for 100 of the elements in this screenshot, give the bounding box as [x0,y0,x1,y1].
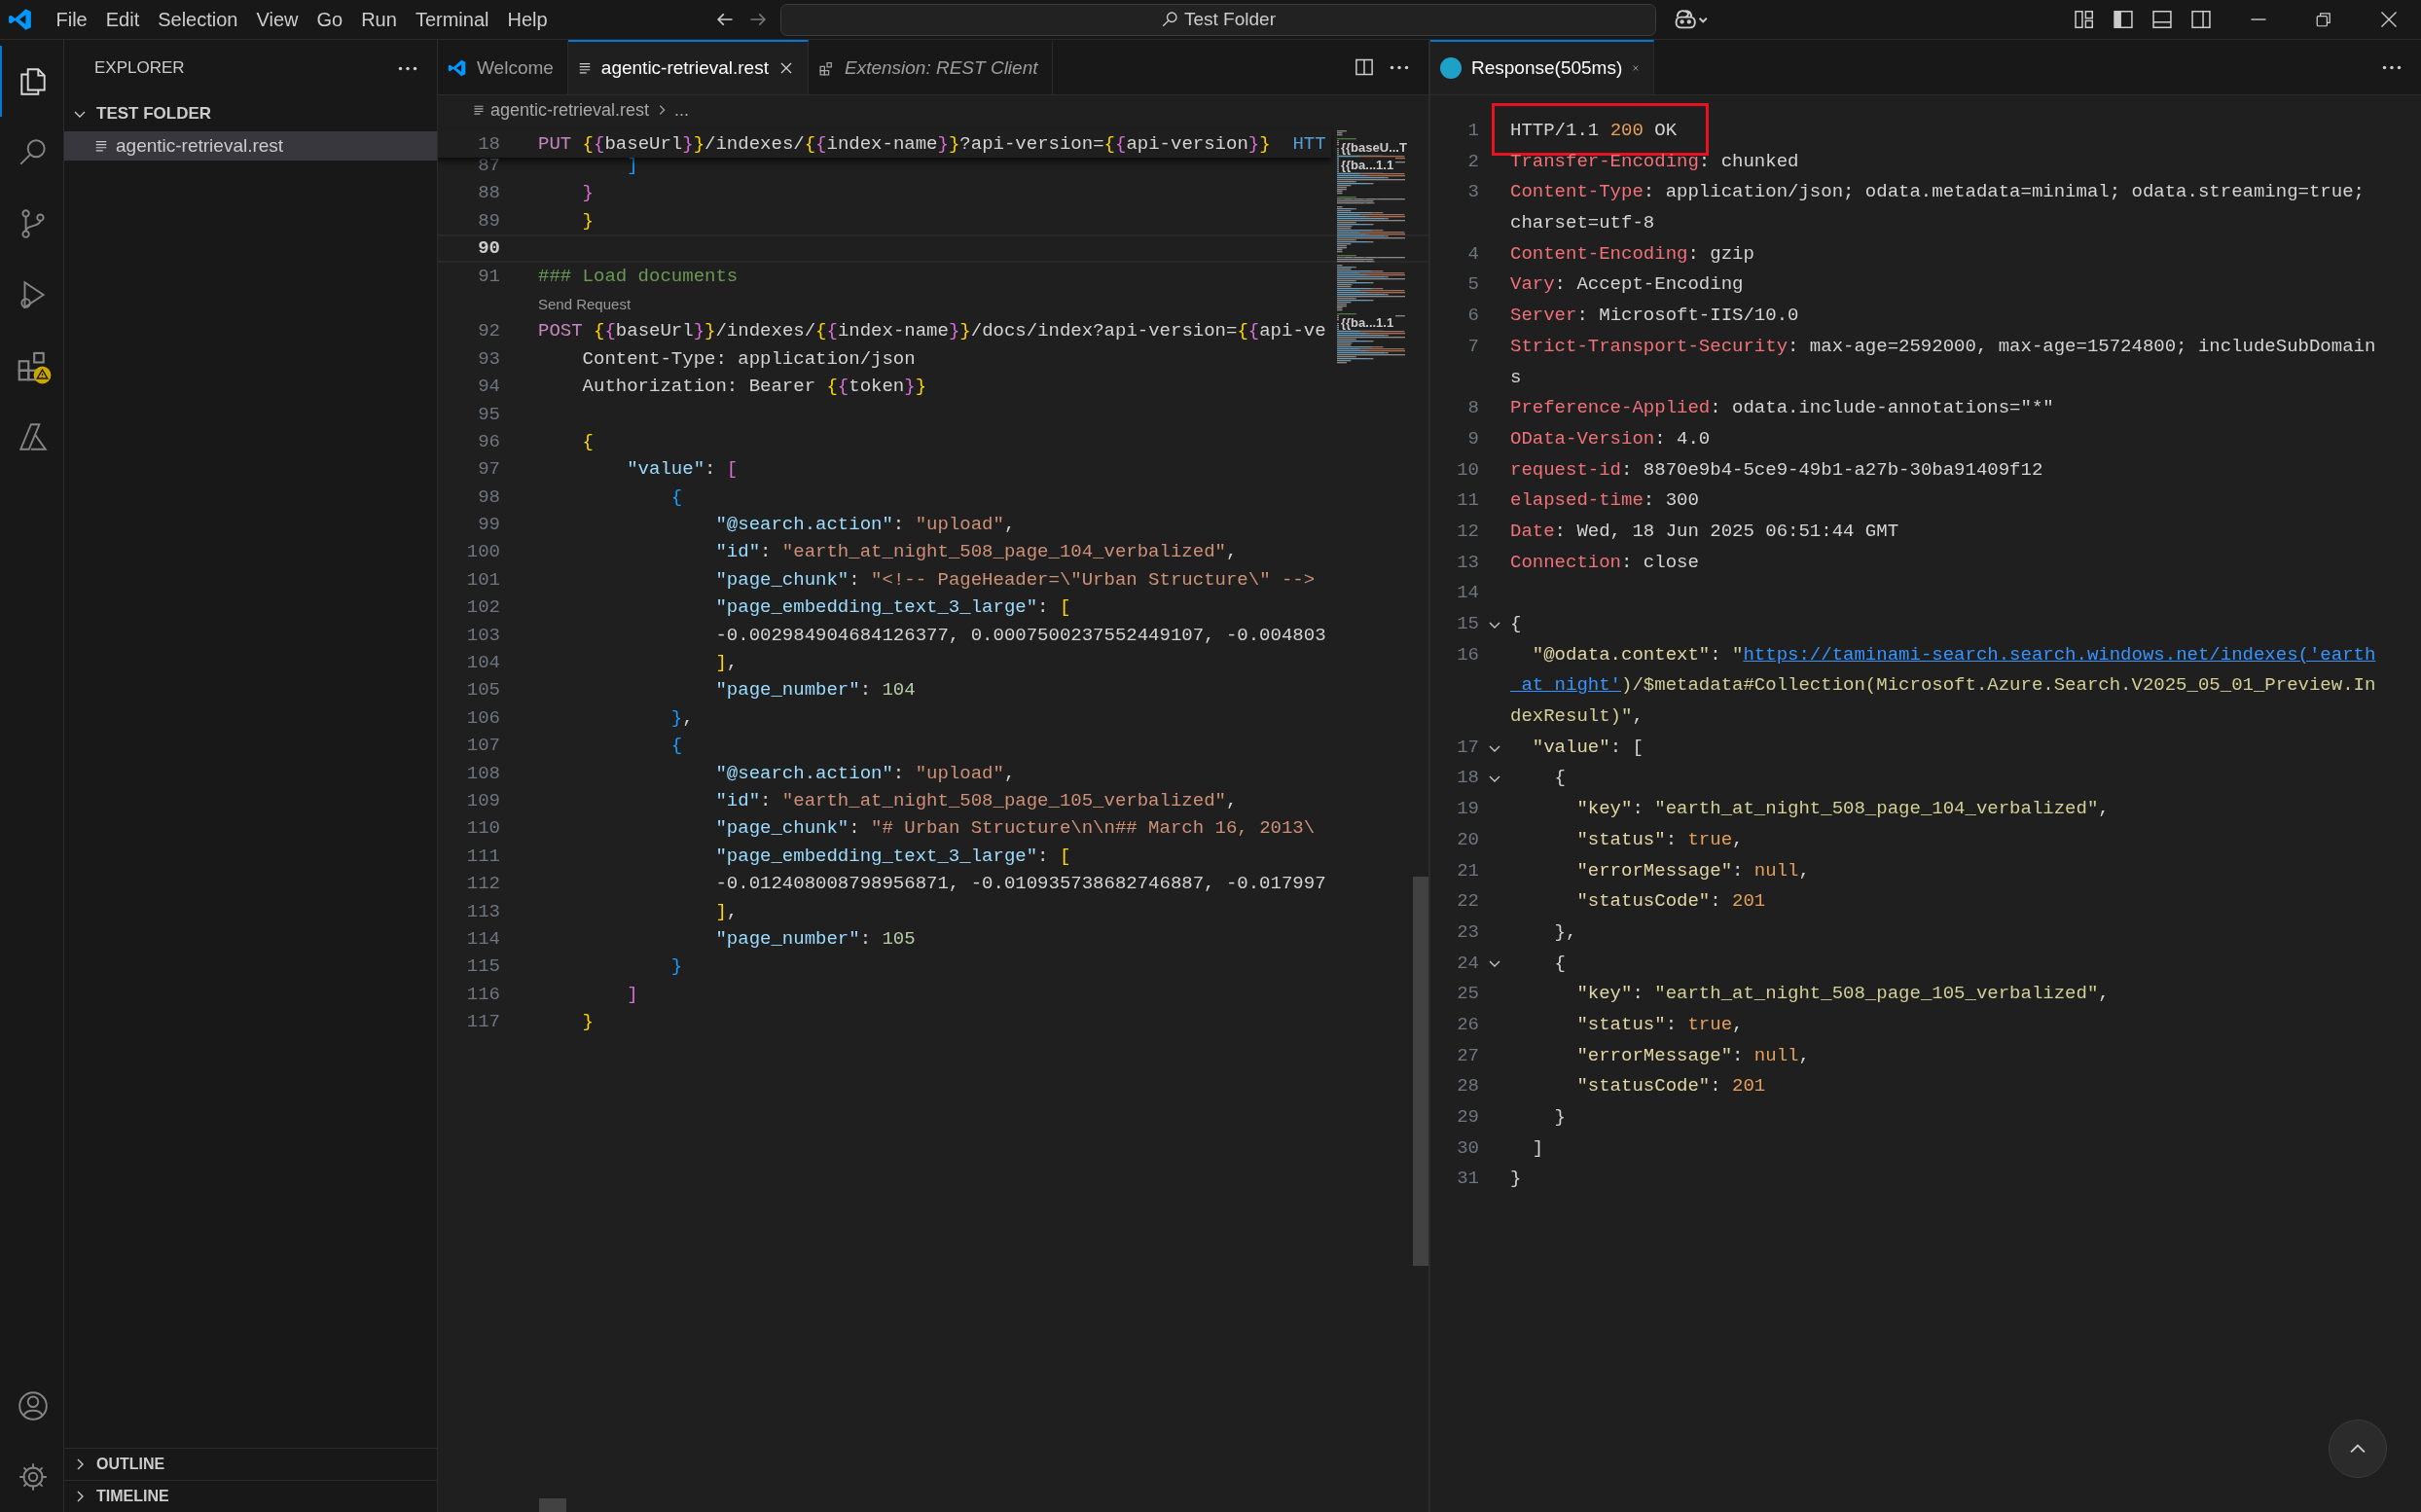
code-line: "errorMessage": null, [1575,858,1810,883]
menu-item[interactable]: File [47,6,97,33]
url-link[interactable]: _at_night' [1510,674,1622,697]
code-line: }, [1553,919,1577,945]
menu-item[interactable]: Run [351,6,407,33]
line-number: 111 [465,844,500,869]
search-field[interactable]: Test Folder [780,3,1656,36]
code-line: request-id: 8870e9b4-5ce9-49b1-a27b-30ba91409f12 [1510,457,2043,483]
scrollbar-thumb[interactable] [1413,877,1428,1266]
app-logo-icon[interactable] [8,7,33,32]
code-line: -0.002984904684126377, 0.0007500237552449107, -0.004803 [714,623,1326,648]
code-line: "@search.action": "upload", [714,761,1016,786]
editor-tab[interactable]: agentic-retrieval.rest [567,40,809,94]
line-number: 18 [1456,766,1479,791]
menu-item[interactable]: Selection [148,6,247,33]
secondary-sidebar-icon[interactable] [2190,9,2212,30]
line-number: 16 [1456,642,1479,667]
menu-item[interactable]: Go [307,6,352,33]
line-number: 7 [1466,334,1479,359]
line-number: 117 [465,1010,500,1035]
file-icon [473,104,485,116]
editor-tab[interactable]: Extension: REST Client [808,40,1053,94]
line-number: 104 [465,651,500,676]
scrollbar-thumb[interactable] [539,1498,566,1512]
line-number: 14 [1456,581,1479,606]
line-number: 96 [477,429,500,454]
url-link[interactable]: https://taminami-search.search.windows.net/indexes('earth [1743,643,2376,666]
line-number: 1 [1466,119,1479,143]
line-number: 28 [1456,1074,1479,1099]
code-line: Server: Microsoft-IIS/10.0 [1510,304,1799,329]
code-line: Date: Wed, 18 Jun 2025 06:51:44 GMT [1510,519,1899,544]
line-number: 112 [465,872,500,897]
code-line: dexResult)", [1510,704,1644,730]
line-number: 3 [1466,180,1479,205]
editor-tab[interactable]: Welcome [438,40,568,94]
code-line: } [581,1010,594,1035]
line-number: 102 [465,595,500,621]
code-line: Content-Encoding: gzip [1510,241,1754,267]
code-line: POST {{baseUrl}}/indexes/{{index-name}}/docs/index?api-version={{api-ve [538,319,1326,344]
code-line: "errorMessage": null, [1575,1043,1810,1068]
code-text: "@odata.context" [1531,643,1711,666]
line-number: 93 [477,346,500,372]
code-line: "page_chunk": "# Urban Structure\n\n## March 16, 2013\ [714,816,1316,842]
line-number: 17 [1456,735,1479,760]
line-number: 95 [477,402,500,427]
line-number: 108 [465,761,500,786]
account-icon[interactable] [16,1388,50,1422]
line-number: 5 [1466,272,1479,298]
code-line: OData-Version: 4.0 [1510,426,1711,451]
more-icon[interactable] [1390,64,1409,70]
code-line: Content-Type: application/json; odata.metadata=minimal; odata.streaming=true; [1510,180,2365,205]
breadcrumb-item[interactable]: agentic-retrieval.rest [490,99,650,121]
menu-item[interactable]: View [247,6,307,33]
layout-icon[interactable] [2074,9,2095,30]
code-line: "value": [ [626,457,739,483]
code-line: { [581,429,594,454]
code-line: "page_embedding_text_3_large": [ [714,595,1071,621]
code-line: "id": "earth_at_night_508_page_104_verbalized", [714,540,1238,565]
tree-item[interactable]: agentic-retrieval.rest [64,131,437,161]
folder-name[interactable]: TEST FOLDER [96,104,212,124]
menu-item[interactable]: Edit [96,6,149,33]
split-editor-icon[interactable] [1355,57,1374,77]
line-number: 114 [465,926,500,952]
code-line: Authorization: Bearer {{token}} [581,375,927,400]
more-icon[interactable] [398,65,417,71]
code-line: "statusCode": 201 [1575,889,1766,915]
code-line: ] [1531,1135,1544,1161]
breadcrumb-item[interactable]: ... [674,99,690,121]
line-number: 6 [1466,304,1479,329]
response-tab[interactable]: Response(505ms) [1430,40,1654,94]
line-number: 10 [1456,457,1479,483]
line-number: 30 [1456,1135,1479,1161]
code-line: charset=utf-8 [1510,211,1655,236]
restore-icon[interactable] [2314,11,2332,28]
line-number: 94 [477,375,500,400]
lines-icon [94,139,108,153]
minimap-label: {{ba...1.1 [1339,158,1396,172]
code-line: Connection: close [1510,550,1699,575]
line-number: 89 [477,208,500,234]
send-request-link[interactable]: Send Request [538,295,632,312]
lines-icon [577,61,592,75]
code-line: "status": true, [1575,827,1744,852]
line-number: 99 [477,513,500,538]
sidebar-toggle-icon[interactable] [2113,9,2134,30]
code-line: Content-Type: application/json [581,346,916,372]
more-icon[interactable] [2382,64,2402,70]
section-header[interactable]: TIMELINE [96,1488,169,1505]
line-number: 21 [1456,858,1479,883]
code-line: "statusCode": 201 [1575,1074,1766,1099]
line-number: 109 [465,789,500,813]
menu-item[interactable]: Terminal [406,6,498,33]
extensions-icon [817,59,835,77]
panel-toggle-icon[interactable] [2151,9,2173,30]
code-line: { [1553,951,1566,976]
close-icon[interactable] [2378,10,2399,29]
code-line: elapsed-time: 300 [1510,488,1699,514]
section-header[interactable]: OUTLINE [96,1456,165,1473]
code-line: s [1510,365,1522,390]
line-number: 12 [1456,519,1479,544]
menu-item[interactable]: Help [497,6,558,33]
